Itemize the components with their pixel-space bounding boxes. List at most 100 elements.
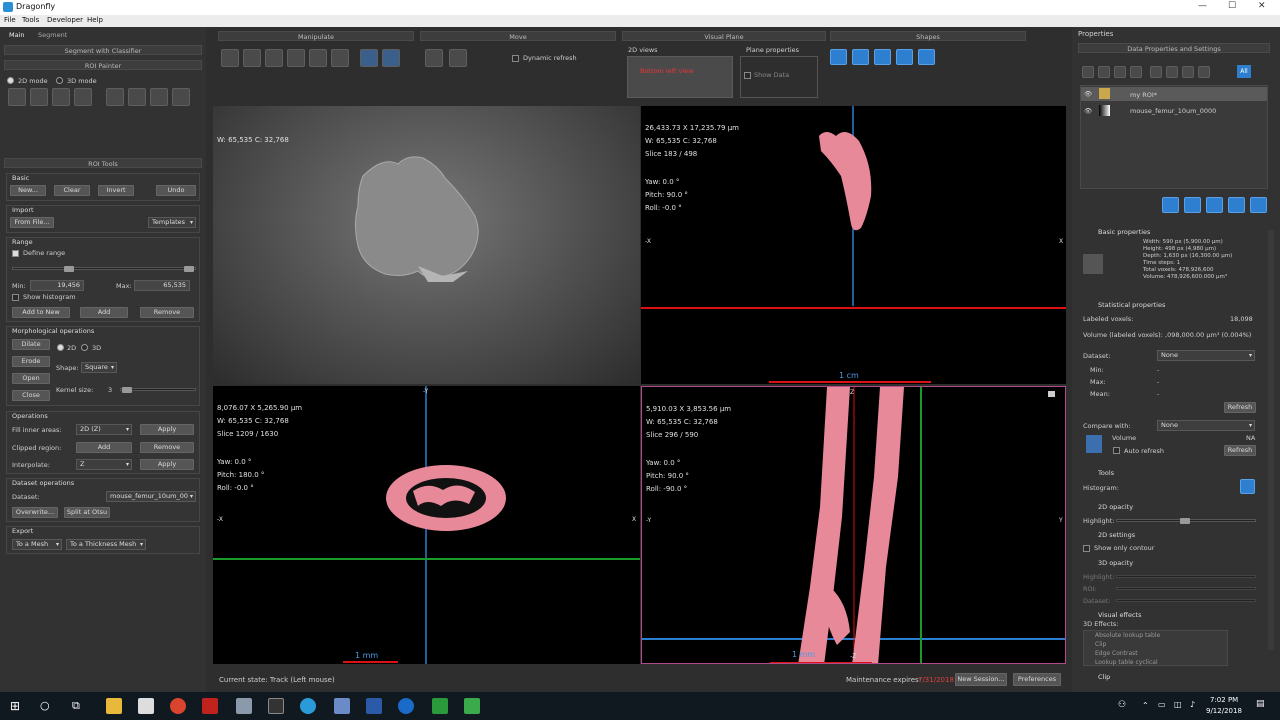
polygon-tool-icon[interactable]	[150, 88, 168, 106]
operations-title[interactable]: Operations	[12, 412, 48, 420]
new-roi-button[interactable]: New...	[10, 185, 46, 196]
menu-tools[interactable]: Tools	[22, 16, 39, 24]
shape-dropdown[interactable]: Square	[81, 362, 117, 373]
auto-refresh-checkbox[interactable]	[1113, 447, 1120, 454]
dataset-item-name[interactable]: mouse_femur_10um_0000	[1130, 107, 1216, 115]
effect-item-0[interactable]: Absolute lookup table	[1095, 632, 1160, 639]
notifications-icon[interactable]: ▤	[1256, 699, 1265, 709]
show-only-contour-checkbox[interactable]	[1083, 545, 1090, 552]
import-title[interactable]: Import	[12, 206, 34, 214]
split-otsu-button[interactable]: Split at Otsu	[64, 507, 110, 518]
tab-segment[interactable]: Segment	[38, 31, 67, 39]
define-range-checkbox[interactable]	[12, 250, 19, 257]
rectangle-tool-icon[interactable]	[106, 88, 124, 106]
fit-view-icon[interactable]	[360, 49, 378, 67]
menu-help[interactable]: Help	[87, 16, 103, 24]
start-icon[interactable]: ⊞	[10, 699, 20, 713]
range-slider[interactable]	[12, 267, 196, 270]
new-session-button[interactable]: New Session...	[955, 673, 1007, 686]
stat-dataset-dropdown[interactable]: None	[1157, 350, 1255, 361]
zoom-icon[interactable]	[287, 49, 305, 67]
app-icon-11[interactable]	[432, 698, 448, 714]
roi-3d-slider[interactable]	[1116, 587, 1256, 590]
fill-tool-icon[interactable]	[52, 88, 70, 106]
effect-item-2[interactable]: Edge Contrast	[1095, 650, 1138, 657]
clipped-remove-button[interactable]: Remove	[140, 442, 194, 453]
min-input[interactable]: 19,456	[30, 280, 84, 291]
undo-button[interactable]: Undo	[156, 185, 196, 196]
minimize-button[interactable]: —	[1198, 1, 1207, 11]
grid-tool-icon[interactable]	[30, 88, 48, 106]
filezilla-icon[interactable]	[202, 698, 218, 714]
interpolate-dropdown[interactable]: Z	[76, 459, 132, 470]
settings-2d-title[interactable]: 2D settings	[1098, 531, 1135, 539]
app-icon-7[interactable]	[300, 698, 316, 714]
circle-tool-icon[interactable]	[128, 88, 146, 106]
roi-item-name[interactable]: my ROI*	[1130, 91, 1157, 99]
eye-icon-dataset[interactable]: 👁	[1084, 107, 1092, 115]
eye-icon-roi[interactable]: 👁	[1084, 90, 1092, 98]
invert-button[interactable]: Invert	[98, 185, 134, 196]
dataset-3d-slider[interactable]	[1116, 599, 1256, 602]
app-icon-8[interactable]	[334, 698, 350, 714]
add-to-new-button[interactable]: Add to New	[12, 307, 70, 318]
action-duplicate-icon[interactable]	[1206, 197, 1223, 213]
view-bottom-right[interactable]: 5,910.03 X 3,853.56 µm W: 65,535 C: 32,7…	[641, 386, 1066, 664]
view-bottom-left[interactable]: 8,076.07 X 5,265.90 µm W: 65,535 C: 32,7…	[213, 386, 640, 664]
chrome-icon[interactable]	[170, 698, 186, 714]
mail-icon[interactable]	[138, 698, 154, 714]
bottom-left-view-item[interactable]: Bottom left view	[640, 67, 693, 75]
morph-2d-radio[interactable]	[57, 344, 64, 351]
toolbar-grid-icon[interactable]	[1082, 66, 1094, 78]
view-3d[interactable]: W: 65,535 C: 32,768	[213, 106, 640, 384]
toolbar-layers-icon[interactable]	[1130, 66, 1142, 78]
action-new-icon[interactable]	[1184, 197, 1201, 213]
range-max-handle[interactable]	[184, 266, 194, 272]
app-icon-9[interactable]	[366, 698, 382, 714]
shape-hexagon-icon[interactable]	[896, 49, 913, 65]
range-min-handle[interactable]	[64, 266, 74, 272]
export-title[interactable]: Export	[12, 527, 33, 535]
roi-painter-header[interactable]: ROI Painter	[4, 60, 202, 70]
dataset-ops-title[interactable]: Dataset operations	[12, 479, 74, 487]
shape-cylinder-icon[interactable]	[852, 49, 869, 65]
show-data-checkbox[interactable]	[744, 72, 751, 79]
measure-icon[interactable]	[309, 49, 327, 67]
spline-tool-icon[interactable]	[172, 88, 190, 106]
segment-with-classifier-header[interactable]: Segment with Classifier	[4, 45, 202, 55]
highlight-3d-slider[interactable]	[1116, 575, 1256, 578]
tray-chevron-icon[interactable]: ⌃	[1142, 701, 1149, 710]
pointer-icon[interactable]	[221, 49, 239, 67]
add-button[interactable]: Add	[80, 307, 128, 318]
menu-developer[interactable]: Developer	[47, 16, 83, 24]
search-icon[interactable]: ○	[40, 699, 50, 712]
remove-button[interactable]: Remove	[140, 307, 194, 318]
templates-dropdown[interactable]: Templates	[148, 217, 196, 228]
undo-move-icon[interactable]	[449, 49, 467, 67]
erode-button[interactable]: Erode	[12, 356, 50, 367]
toolbar-gear-icon[interactable]	[1182, 66, 1194, 78]
clip-title[interactable]: Clip	[1098, 673, 1110, 681]
max-input[interactable]: 65,535	[134, 280, 190, 291]
highlight-2d-handle[interactable]	[1180, 518, 1190, 524]
range-title[interactable]: Range	[12, 238, 33, 246]
to-thickness-mesh-dropdown[interactable]: To a Thickness Mesh	[66, 539, 146, 550]
basic-properties-title[interactable]: Basic properties	[1098, 228, 1150, 236]
camera-icon[interactable]	[1048, 391, 1055, 397]
app-icon-12[interactable]	[464, 698, 480, 714]
dynamic-refresh-checkbox[interactable]	[512, 55, 519, 62]
mode-3d-radio[interactable]	[56, 77, 63, 84]
app-icon-5[interactable]	[236, 698, 252, 714]
to-mesh-dropdown[interactable]: To a Mesh	[12, 539, 62, 550]
effect-item-3[interactable]: Lookup table cyclical	[1095, 659, 1158, 666]
compare-with-dropdown[interactable]: None	[1157, 420, 1255, 431]
cmd-icon[interactable]	[268, 698, 284, 714]
toolbar-edit-icon[interactable]	[1098, 66, 1110, 78]
dilate-button[interactable]: Dilate	[12, 339, 50, 350]
maximize-button[interactable]: ☐	[1228, 1, 1236, 11]
show-histogram-checkbox[interactable]	[12, 294, 19, 301]
visual-effects-title[interactable]: Visual effects	[1098, 611, 1141, 619]
reset-icon[interactable]	[382, 49, 400, 67]
preferences-button[interactable]: Preferences	[1013, 673, 1061, 686]
fill-apply-button[interactable]: Apply	[140, 424, 194, 435]
